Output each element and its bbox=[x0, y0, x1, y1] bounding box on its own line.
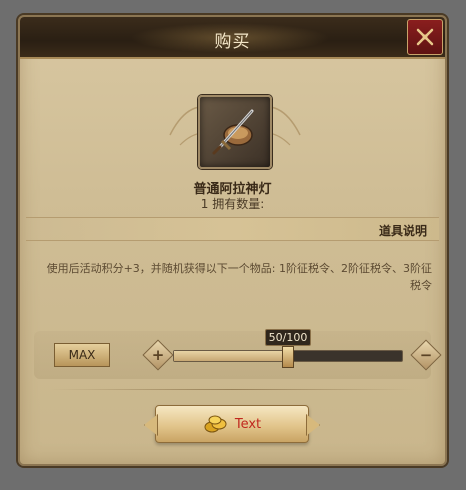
divider bbox=[50, 389, 415, 390]
description-text: 使用后活动积分+3，并随机获得以下一个物品: 1阶征税令、2阶征税令、3阶征税令 bbox=[46, 262, 432, 292]
owned-count: 1 拥有数量: bbox=[200, 197, 265, 211]
item-icon-frame[interactable] bbox=[198, 95, 272, 169]
sword-and-shield-icon bbox=[212, 109, 254, 155]
minus-icon: − bbox=[419, 345, 433, 364]
slider-handle[interactable] bbox=[282, 346, 294, 368]
dialog-title: 购买 bbox=[214, 32, 251, 52]
close-x-icon bbox=[416, 28, 434, 46]
quantity-row: MAX + 50/100 − bbox=[34, 329, 442, 379]
quantity-slider[interactable]: 50/100 bbox=[173, 329, 403, 368]
quantity-label: 50/100 bbox=[265, 329, 311, 346]
plus-icon: + bbox=[151, 345, 165, 364]
button-wing-right bbox=[306, 414, 320, 436]
item-area: 普通阿拉神灯 1 拥有数量: bbox=[20, 65, 445, 215]
gold-coins-icon bbox=[204, 415, 227, 433]
button-wing-left bbox=[144, 414, 158, 436]
max-button[interactable]: MAX bbox=[54, 343, 110, 367]
increase-button[interactable]: + bbox=[142, 339, 174, 371]
purchase-dialog: 购买 普通阿拉神灯 1 拥有数量: 道具说明 使用后活动积分+3，并随机获得以下… bbox=[18, 15, 447, 466]
buy-button[interactable]: Text bbox=[144, 405, 320, 443]
title-bar: 购买 bbox=[20, 17, 445, 59]
buy-button-label: Text bbox=[234, 416, 262, 432]
decrease-button[interactable]: − bbox=[410, 339, 442, 371]
description-header: 道具说明 bbox=[26, 217, 439, 241]
close-button[interactable] bbox=[407, 19, 443, 55]
description-header-label: 道具说明 bbox=[378, 224, 427, 238]
slider-fill bbox=[174, 351, 288, 361]
